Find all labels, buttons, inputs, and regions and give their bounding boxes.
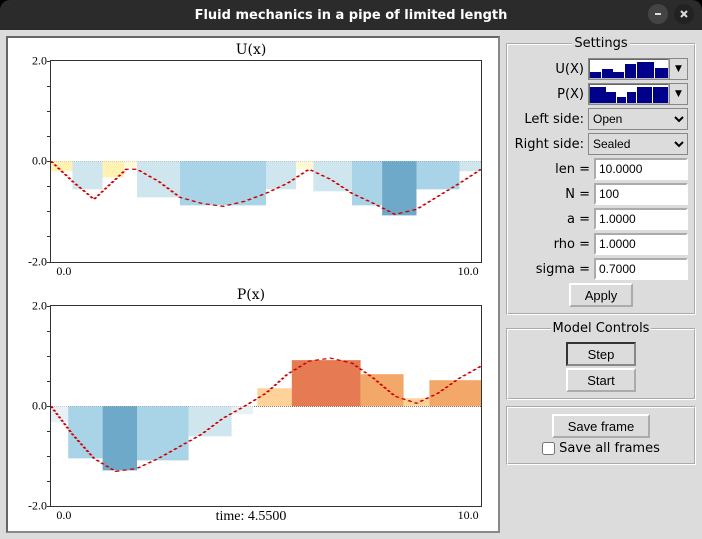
side-panel: Settings U(X) ▼ P(X)	[506, 36, 696, 533]
model-legend: Model Controls	[551, 321, 652, 336]
ux-label: U(X)	[555, 62, 584, 77]
chart-p-title: P(x)	[12, 287, 490, 305]
a-input[interactable]	[594, 208, 688, 230]
chart-p-plot: 2.0 0.0 -2.0 0.0 10.0	[50, 305, 482, 508]
y-tick: 2.0	[32, 54, 47, 69]
left-side-select[interactable]: Open	[588, 108, 688, 130]
n-label: N =	[565, 187, 590, 202]
chevron-down-icon: ▼	[669, 84, 687, 104]
model-controls-panel: Model Controls Step Start	[506, 321, 696, 400]
sigma-input[interactable]	[594, 258, 688, 280]
window-title: Fluid mechanics in a pipe of limited len…	[195, 8, 508, 23]
x-tick: 0.0	[56, 264, 71, 279]
start-button[interactable]: Start	[566, 368, 636, 392]
titlebar: Fluid mechanics in a pipe of limited len…	[0, 0, 702, 30]
px-label: P(X)	[557, 87, 584, 102]
y-tick: 0.0	[32, 398, 47, 413]
step-button[interactable]: Step	[566, 342, 636, 366]
chart-p: P(x)	[12, 287, 490, 528]
close-button[interactable]	[674, 4, 694, 24]
window-body: U(x)	[0, 30, 702, 539]
px-select[interactable]: ▼	[588, 83, 688, 105]
time-label: time: 4.5500	[12, 509, 490, 525]
sigma-label: sigma =	[536, 262, 590, 277]
right-side-select[interactable]: Sealed	[588, 133, 688, 155]
minimize-button[interactable]	[648, 4, 668, 24]
apply-button[interactable]: Apply	[569, 283, 634, 307]
chart-u: U(x)	[12, 42, 490, 283]
save-all-label: Save all frames	[559, 441, 660, 456]
right-side-label: Right side:	[515, 137, 584, 152]
a-label: a =	[567, 212, 590, 227]
left-side-label: Left side:	[524, 112, 584, 127]
save-frame-button[interactable]: Save frame	[552, 414, 650, 438]
y-tick: -2.0	[28, 254, 47, 269]
save-panel: Save frame Save all frames	[506, 406, 696, 465]
chart-area: U(x)	[6, 36, 500, 533]
n-input[interactable]	[594, 183, 688, 205]
rho-input[interactable]	[594, 233, 688, 255]
settings-panel: Settings U(X) ▼ P(X)	[506, 36, 696, 315]
ux-select[interactable]: ▼	[588, 58, 688, 80]
save-all-checkbox[interactable]	[542, 442, 555, 455]
x-tick: 10.0	[458, 264, 479, 279]
chart-u-title: U(x)	[12, 42, 490, 60]
len-label: len =	[555, 162, 590, 177]
chevron-down-icon: ▼	[669, 59, 687, 79]
ux-sparkline	[589, 59, 669, 79]
chart-u-plot: 2.0 0.0 -2.0 0.0 10.0	[50, 60, 482, 263]
len-input[interactable]	[594, 158, 688, 180]
rho-label: rho =	[554, 237, 590, 252]
y-tick: 2.0	[32, 298, 47, 313]
px-sparkline	[589, 84, 669, 104]
y-tick: 0.0	[32, 154, 47, 169]
settings-legend: Settings	[572, 36, 629, 51]
